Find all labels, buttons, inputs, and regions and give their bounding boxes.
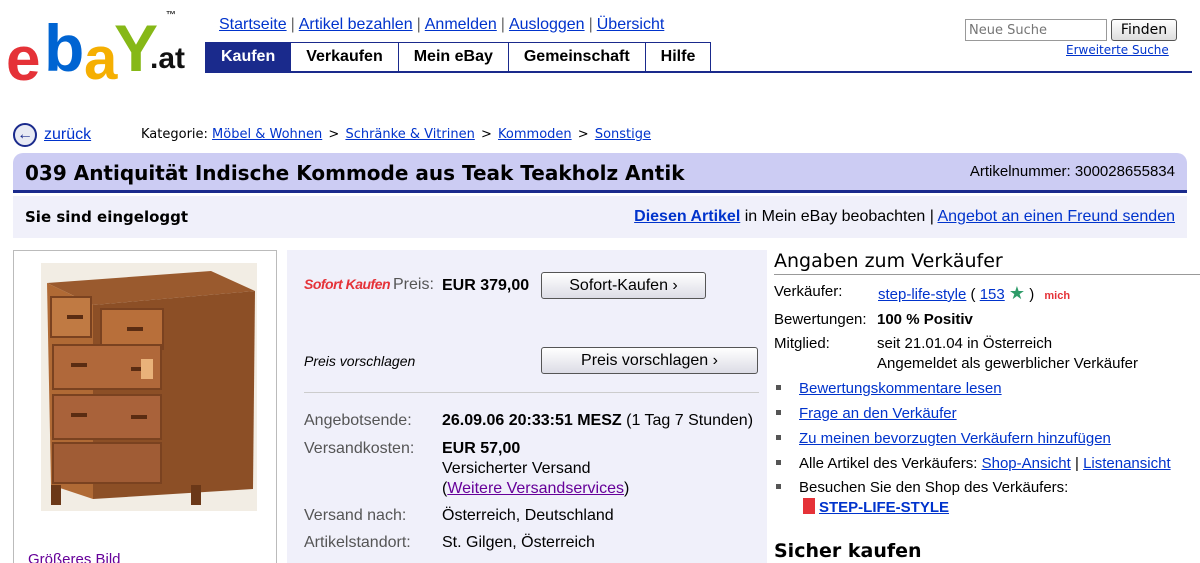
ebay-logo[interactable]: e b a Y .at ™ [6, 10, 186, 94]
tab-verkaufen[interactable]: Verkaufen [291, 42, 399, 72]
seller-name-row: step-life-style ( 153 ★ ) mich [878, 283, 1071, 303]
seller-name-link[interactable]: step-life-style [878, 286, 966, 303]
tab-mein-ebay[interactable]: Mein eBay [398, 42, 509, 72]
breadcrumb-kommoden[interactable]: Kommoden [498, 127, 572, 142]
shipping-more-row: (Weitere Versandservices) [442, 480, 630, 497]
feedback-score-link[interactable]: 153 [980, 286, 1005, 303]
watch-text: in Mein eBay beobachten [744, 208, 926, 225]
location-value: St. Gilgen, Österreich [442, 534, 595, 551]
top-links: Startseite | Artikel bezahlen | Anmelden | Aus… [219, 16, 665, 33]
category-label: Kategorie: [141, 127, 208, 142]
shipping-value: EUR 57,00 [442, 440, 521, 457]
sofort-kaufen-logo: Sofort Kaufen [304, 276, 391, 292]
toplink-ausloggen[interactable]: Ausloggen [509, 16, 585, 33]
item-number: Artikelnummer: 300028655834 [969, 163, 1175, 180]
star-icon: ★ [1008, 283, 1026, 303]
rating-value: 100 % Positiv [877, 311, 973, 328]
back-link[interactable]: ← zurück [13, 123, 91, 147]
nav-underline [205, 71, 1192, 73]
tab-gemeinschaft[interactable]: Gemeinschaft [508, 42, 646, 72]
end-label: Angebotsende: [304, 412, 412, 429]
back-label[interactable]: zurück [44, 126, 91, 144]
member-since: seit 21.01.04 in Österreich [877, 335, 1053, 352]
price-label: Preis: [393, 276, 434, 293]
visit-shop-text: Besuchen Sie den Shop des Verkäufers: [799, 479, 1069, 496]
member-type: Angemeldet als gewerblicher Verkäufer [877, 355, 1138, 372]
toplink-anmelden[interactable]: Anmelden [425, 16, 497, 33]
bullet [776, 435, 781, 440]
separator: | [929, 208, 934, 225]
end-value-row: 26.09.06 20:33:51 MESZ (1 Tag 7 Stunden) [442, 412, 753, 430]
login-status: Sie sind eingeloggt [25, 208, 189, 226]
rating-label: Bewertungen: [774, 311, 867, 328]
seller-info: Angaben zum Verkäufer [774, 250, 1200, 275]
breadcrumb: Kategorie: Möbel & Wohnen > Schränke & V… [141, 127, 652, 142]
bullet [776, 460, 781, 465]
price-value: EUR 379,00 [442, 277, 530, 294]
watch-actions: Diesen Artikel in Mein eBay beobachten |… [634, 208, 1175, 226]
shipping-label: Versandkosten: [304, 440, 415, 457]
all-items-row: Alle Artikel des Verkäufers: Shop-Ansich… [799, 455, 1171, 472]
toplink-startseite[interactable]: Startseite [219, 16, 287, 33]
member-label: Mitglied: [774, 335, 830, 352]
search-button[interactable]: Finden [1111, 19, 1177, 41]
search-input[interactable] [965, 19, 1107, 41]
shipping-more-link[interactable]: Weitere Versandservices [447, 480, 624, 497]
main-nav: Kaufen Verkaufen Mein eBay Gemeinschaft … [205, 42, 712, 72]
bullet [776, 484, 781, 489]
shipping-type: Versicherter Versand [442, 460, 591, 477]
ship-to-value: Österreich, Deutschland [442, 507, 614, 524]
add-favorite-seller-link[interactable]: Zu meinen bevorzugten Verkäufern hinzufü… [799, 430, 1111, 447]
bullet [776, 410, 781, 415]
offer-label: Preis vorschlagen [304, 353, 416, 369]
advanced-search-link[interactable]: Erweiterte Suche [1066, 43, 1169, 57]
back-arrow-icon[interactable]: ← [13, 123, 37, 147]
logo-letter-e: e [6, 25, 41, 94]
breadcrumb-sonstige[interactable]: Sonstige [595, 127, 651, 142]
end-remaining: (1 Tag 7 Stunden) [626, 412, 754, 429]
tab-kaufen[interactable]: Kaufen [205, 42, 292, 72]
list-view-link[interactable]: Listenansicht [1083, 455, 1171, 472]
logo-trademark: ™ [166, 10, 176, 21]
end-value: 26.09.06 20:33:51 MESZ [442, 412, 622, 429]
larger-image-link[interactable]: Größeres Bild [28, 551, 121, 563]
item-image-box: Größeres Bild [13, 250, 277, 563]
logo-letter-a: a [84, 25, 118, 92]
logo-suffix: .at [150, 42, 186, 75]
buy-now-button[interactable]: Sofort-Kaufen › [541, 272, 706, 299]
shop-name-row: STEP-LIFE-STYLE [803, 498, 949, 516]
feedback-comments-link[interactable]: Bewertungskommentare lesen [799, 380, 1002, 397]
shop-view-link[interactable]: Shop-Ansicht [982, 455, 1071, 472]
divider [304, 392, 759, 393]
bullet [776, 385, 781, 390]
send-to-friend-link[interactable]: Angebot an einen Freund senden [937, 208, 1175, 225]
watch-item-link[interactable]: Diesen Artikel [634, 208, 740, 225]
dresser-image [41, 263, 257, 511]
tab-hilfe[interactable]: Hilfe [645, 42, 712, 72]
page-title: 039 Antiquität Indische Kommode aus Teak… [25, 161, 685, 185]
item-title-bar: 039 Antiquität Indische Kommode aus Teak… [13, 153, 1187, 193]
ask-seller-link[interactable]: Frage an den Verkäufer [799, 405, 957, 422]
secure-buying-heading: Sicher kaufen [774, 540, 922, 562]
price-box: Sofort Kaufen Preis: EUR 379,00 Sofort-K… [287, 250, 767, 563]
breadcrumb-schraenke[interactable]: Schränke & Vitrinen [345, 127, 474, 142]
make-offer-button[interactable]: Preis vorschlagen › [541, 347, 758, 374]
seller-heading: Angaben zum Verkäufer [774, 250, 1200, 275]
ship-to-label: Versand nach: [304, 507, 407, 524]
breadcrumb-moebel[interactable]: Möbel & Wohnen [212, 127, 322, 142]
shop-name-link[interactable]: STEP-LIFE-STYLE [819, 499, 949, 516]
item-photo[interactable] [41, 263, 257, 511]
login-bar: Sie sind eingeloggt Diesen Artikel in Me… [13, 196, 1187, 238]
shop-icon [803, 498, 815, 514]
me-icon[interactable]: mich [1044, 290, 1070, 302]
seller-label: Verkäufer: [774, 283, 843, 300]
location-label: Artikelstandort: [304, 534, 411, 551]
toplink-uebersicht[interactable]: Übersicht [597, 16, 665, 33]
logo-letter-b: b [44, 11, 85, 85]
toplink-artikel-bezahlen[interactable]: Artikel bezahlen [299, 16, 413, 33]
